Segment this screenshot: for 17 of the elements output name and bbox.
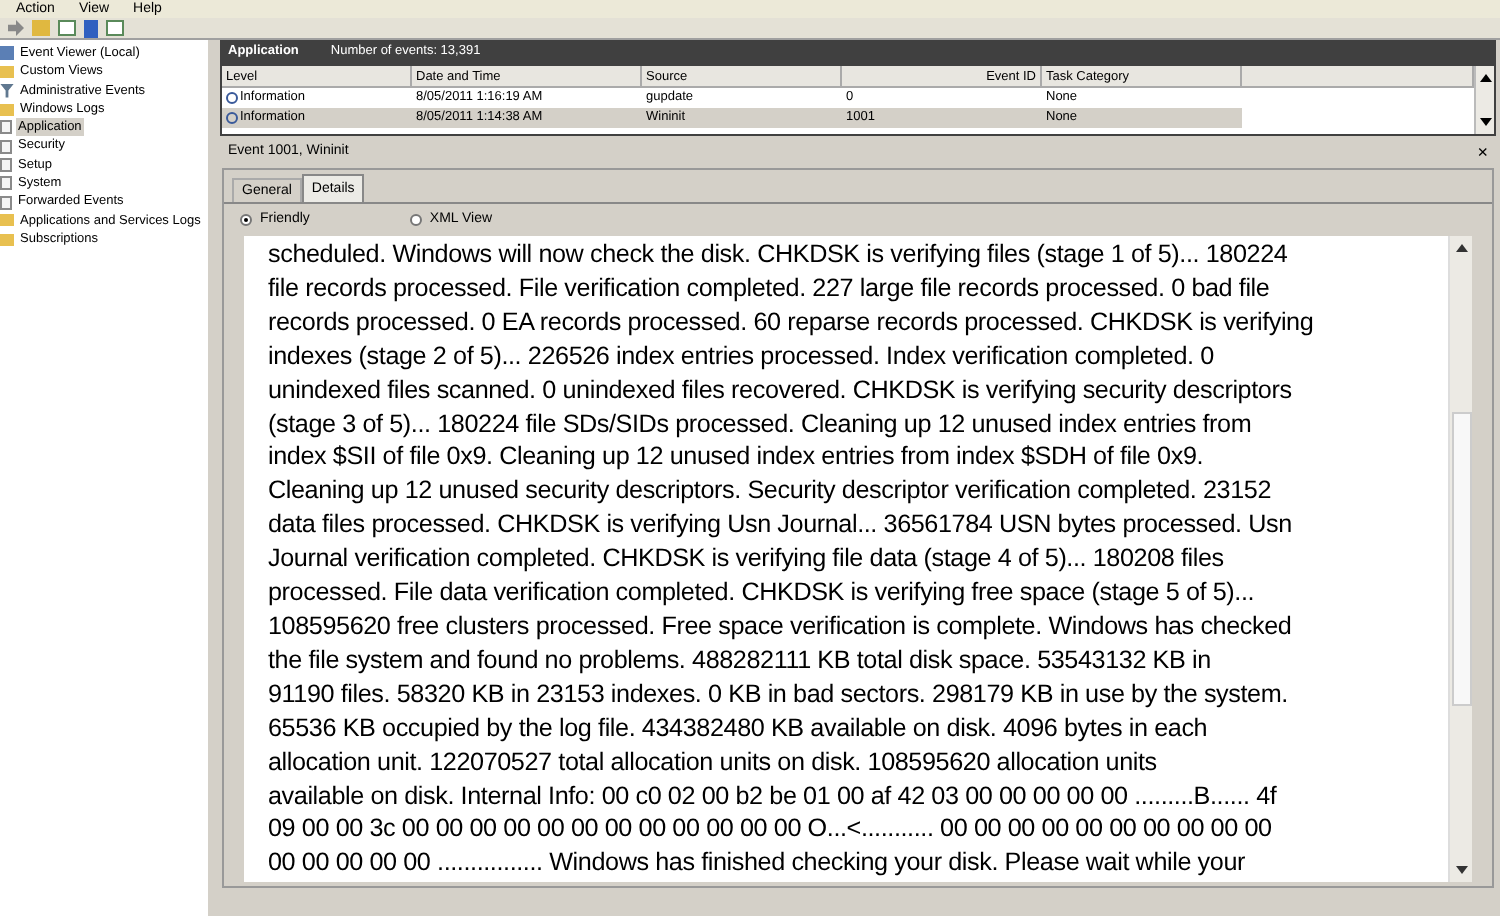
up-arrow-icon[interactable] — [1479, 74, 1491, 82]
scroll-thumb[interactable] — [1451, 412, 1471, 706]
folder-icon — [0, 103, 14, 116]
radio-button[interactable] — [409, 214, 422, 226]
viewer-icon — [0, 46, 14, 61]
event-description: scheduled. Windows will now check the disk. CHKDSK is verifying files (stage 1 of 5)... 180224 file records processed. File verification completed. 227 large file records processed. 0 bad file records processed. 0 EA records processed. 60 reparse records processed. CHKDSK is verifying indexes (stage 2 of 5)... 226526 index entries processed. Index verification completed. 0 unindexed files scanned. 0 unindexed files recovered. CHKDSK is verifying security descriptors (stage 3 of 5)... 180224 file SDs/SIDs processed. Cleaning up 12 unused index entries from index $SII of file 0x9. Cleaning up 12 unused index entries from index $SDH of file 0x9. Cleaning up 12 unused security descriptors. Security descriptor verification completed. 23152 data files processed. CHKDSK is verifying Usn Journal... 36561784 USN bytes processed. Usn Journal verification completed. CHKDSK is verifying file data (stage 4 of 5)... 180208 files processed. File data verification completed. CHKDSK is verifying free space (stage 5 of 5)... 108595620 free clusters processed. Free space verification is complete. Windows has checked the file system and found no problems. 488282111 KB total disk space. 53543132 KB in 91190 files. 58320 KB in 23153 indexes. 0 KB in bad sectors. 298179 KB in use by the system. 65536 KB occupied by the log file. 434382480 KB available on disk. 4096 bytes in each allocation unit. 122070527 total allocation units on disk. 108595620 allocation units available on disk. Internal Info: 00 c0 02 00 b2 be 01 00 af 42 03 00 00 00 00 00 .........B...... 4f 09 00 00 3c 00 00 00 00 00 00 00 00 00 00 00 00 O...<........... 00 00 00 00 00 00 00 00 00 00 00 00 00 00 00 ................ Windows has finished checking your disk. Please wait while your — [266, 238, 1316, 881]
down-arrow-icon[interactable] — [1455, 866, 1467, 874]
up-arrow-icon[interactable] — [1455, 244, 1467, 252]
folder-icon — [0, 65, 14, 78]
scrollbar[interactable] — [1474, 66, 1494, 134]
window-icon[interactable] — [58, 20, 76, 36]
radio-button[interactable] — [240, 214, 252, 226]
close-button[interactable]: × — [1477, 143, 1488, 161]
scrollbar[interactable] — [1448, 236, 1472, 882]
window-icon[interactable] — [106, 20, 124, 36]
filter-icon — [0, 83, 14, 98]
down-arrow-icon[interactable] — [1479, 118, 1491, 126]
